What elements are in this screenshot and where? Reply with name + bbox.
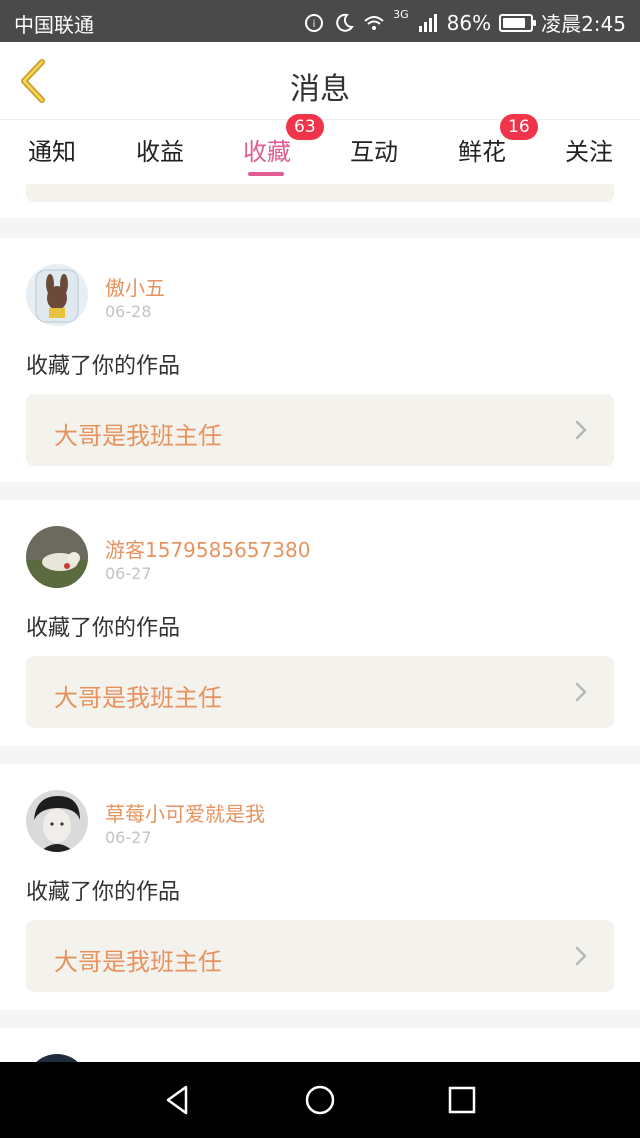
status-bar: 中国联通 i 3G 86% 凌晨2:45	[0, 0, 640, 42]
svg-text:i: i	[313, 19, 316, 30]
work-title: 大哥是我班主任	[54, 684, 222, 712]
work-link-box[interactable]	[26, 184, 614, 202]
back-triangle-icon[interactable]	[160, 1082, 196, 1118]
action-text: 收藏了你的作品	[26, 880, 181, 905]
app-header: 消息	[0, 42, 640, 120]
message-date: 06-27	[105, 828, 152, 847]
tab-notifications[interactable]: 通知	[28, 132, 76, 167]
avatar[interactable]	[26, 264, 88, 326]
battery-percent: 86%	[446, 10, 492, 35]
list-item	[0, 184, 640, 218]
message-list: 傲小五 06-28 收藏了你的作品 大哥是我班主任 游客157958565738…	[0, 184, 640, 1062]
tab-favorites[interactable]: 收藏	[243, 132, 291, 167]
message-date: 06-28	[105, 302, 152, 321]
home-circle-icon[interactable]	[302, 1082, 338, 1118]
avatar-image	[26, 264, 88, 326]
user-name[interactable]: 游客1579585657380	[105, 534, 310, 563]
chevron-right-icon	[575, 946, 587, 966]
avatar[interactable]	[26, 1054, 88, 1062]
list-item	[0, 1028, 640, 1062]
system-nav-bar	[0, 1062, 640, 1138]
wifi-icon	[364, 15, 384, 30]
message-tabs: 通知 收益 收藏 互动 鲜花 关注 63 16	[0, 114, 640, 184]
battery-icon	[499, 13, 537, 32]
favorites-count-badge: 63	[286, 114, 324, 140]
avatar[interactable]	[26, 790, 88, 852]
tab-interactions[interactable]: 互动	[350, 132, 398, 167]
tab-flowers[interactable]: 鲜花	[458, 132, 506, 167]
recent-apps-square-icon[interactable]	[444, 1082, 480, 1118]
network-type-label: 3G	[393, 8, 409, 21]
data-saver-icon: i	[305, 13, 324, 32]
work-title: 大哥是我班主任	[54, 948, 222, 976]
tab-follows[interactable]: 关注	[565, 132, 613, 167]
list-item: 傲小五 06-28 收藏了你的作品 大哥是我班主任	[0, 238, 640, 482]
action-text: 收藏了你的作品	[26, 616, 181, 641]
user-name[interactable]: 傲小五	[105, 272, 165, 301]
work-link-box[interactable]: 大哥是我班主任	[26, 656, 614, 728]
avatar[interactable]	[26, 526, 88, 588]
work-link-box[interactable]: 大哥是我班主任	[26, 920, 614, 992]
list-item: 草莓小可爱就是我 06-27 收藏了你的作品 大哥是我班主任	[0, 764, 640, 1010]
chevron-right-icon	[575, 420, 587, 440]
moon-icon	[336, 13, 354, 32]
carrier-label: 中国联通	[14, 13, 94, 37]
active-tab-indicator	[248, 172, 284, 176]
page-title: 消息	[290, 72, 350, 107]
signal-icon	[418, 13, 437, 32]
avatar-image	[26, 526, 88, 588]
message-date: 06-27	[105, 564, 152, 583]
user-name[interactable]: 草莓小可爱就是我	[105, 798, 265, 827]
chevron-right-icon	[575, 682, 587, 702]
list-item: 游客1579585657380 06-27 收藏了你的作品 大哥是我班主任	[0, 500, 640, 746]
clock: 凌晨2:45	[541, 12, 626, 36]
action-text: 收藏了你的作品	[26, 354, 181, 379]
work-link-box[interactable]: 大哥是我班主任	[26, 394, 614, 466]
flowers-count-badge: 16	[500, 114, 538, 140]
tab-earnings[interactable]: 收益	[136, 132, 184, 167]
avatar-image	[26, 790, 88, 852]
work-title: 大哥是我班主任	[54, 422, 222, 450]
